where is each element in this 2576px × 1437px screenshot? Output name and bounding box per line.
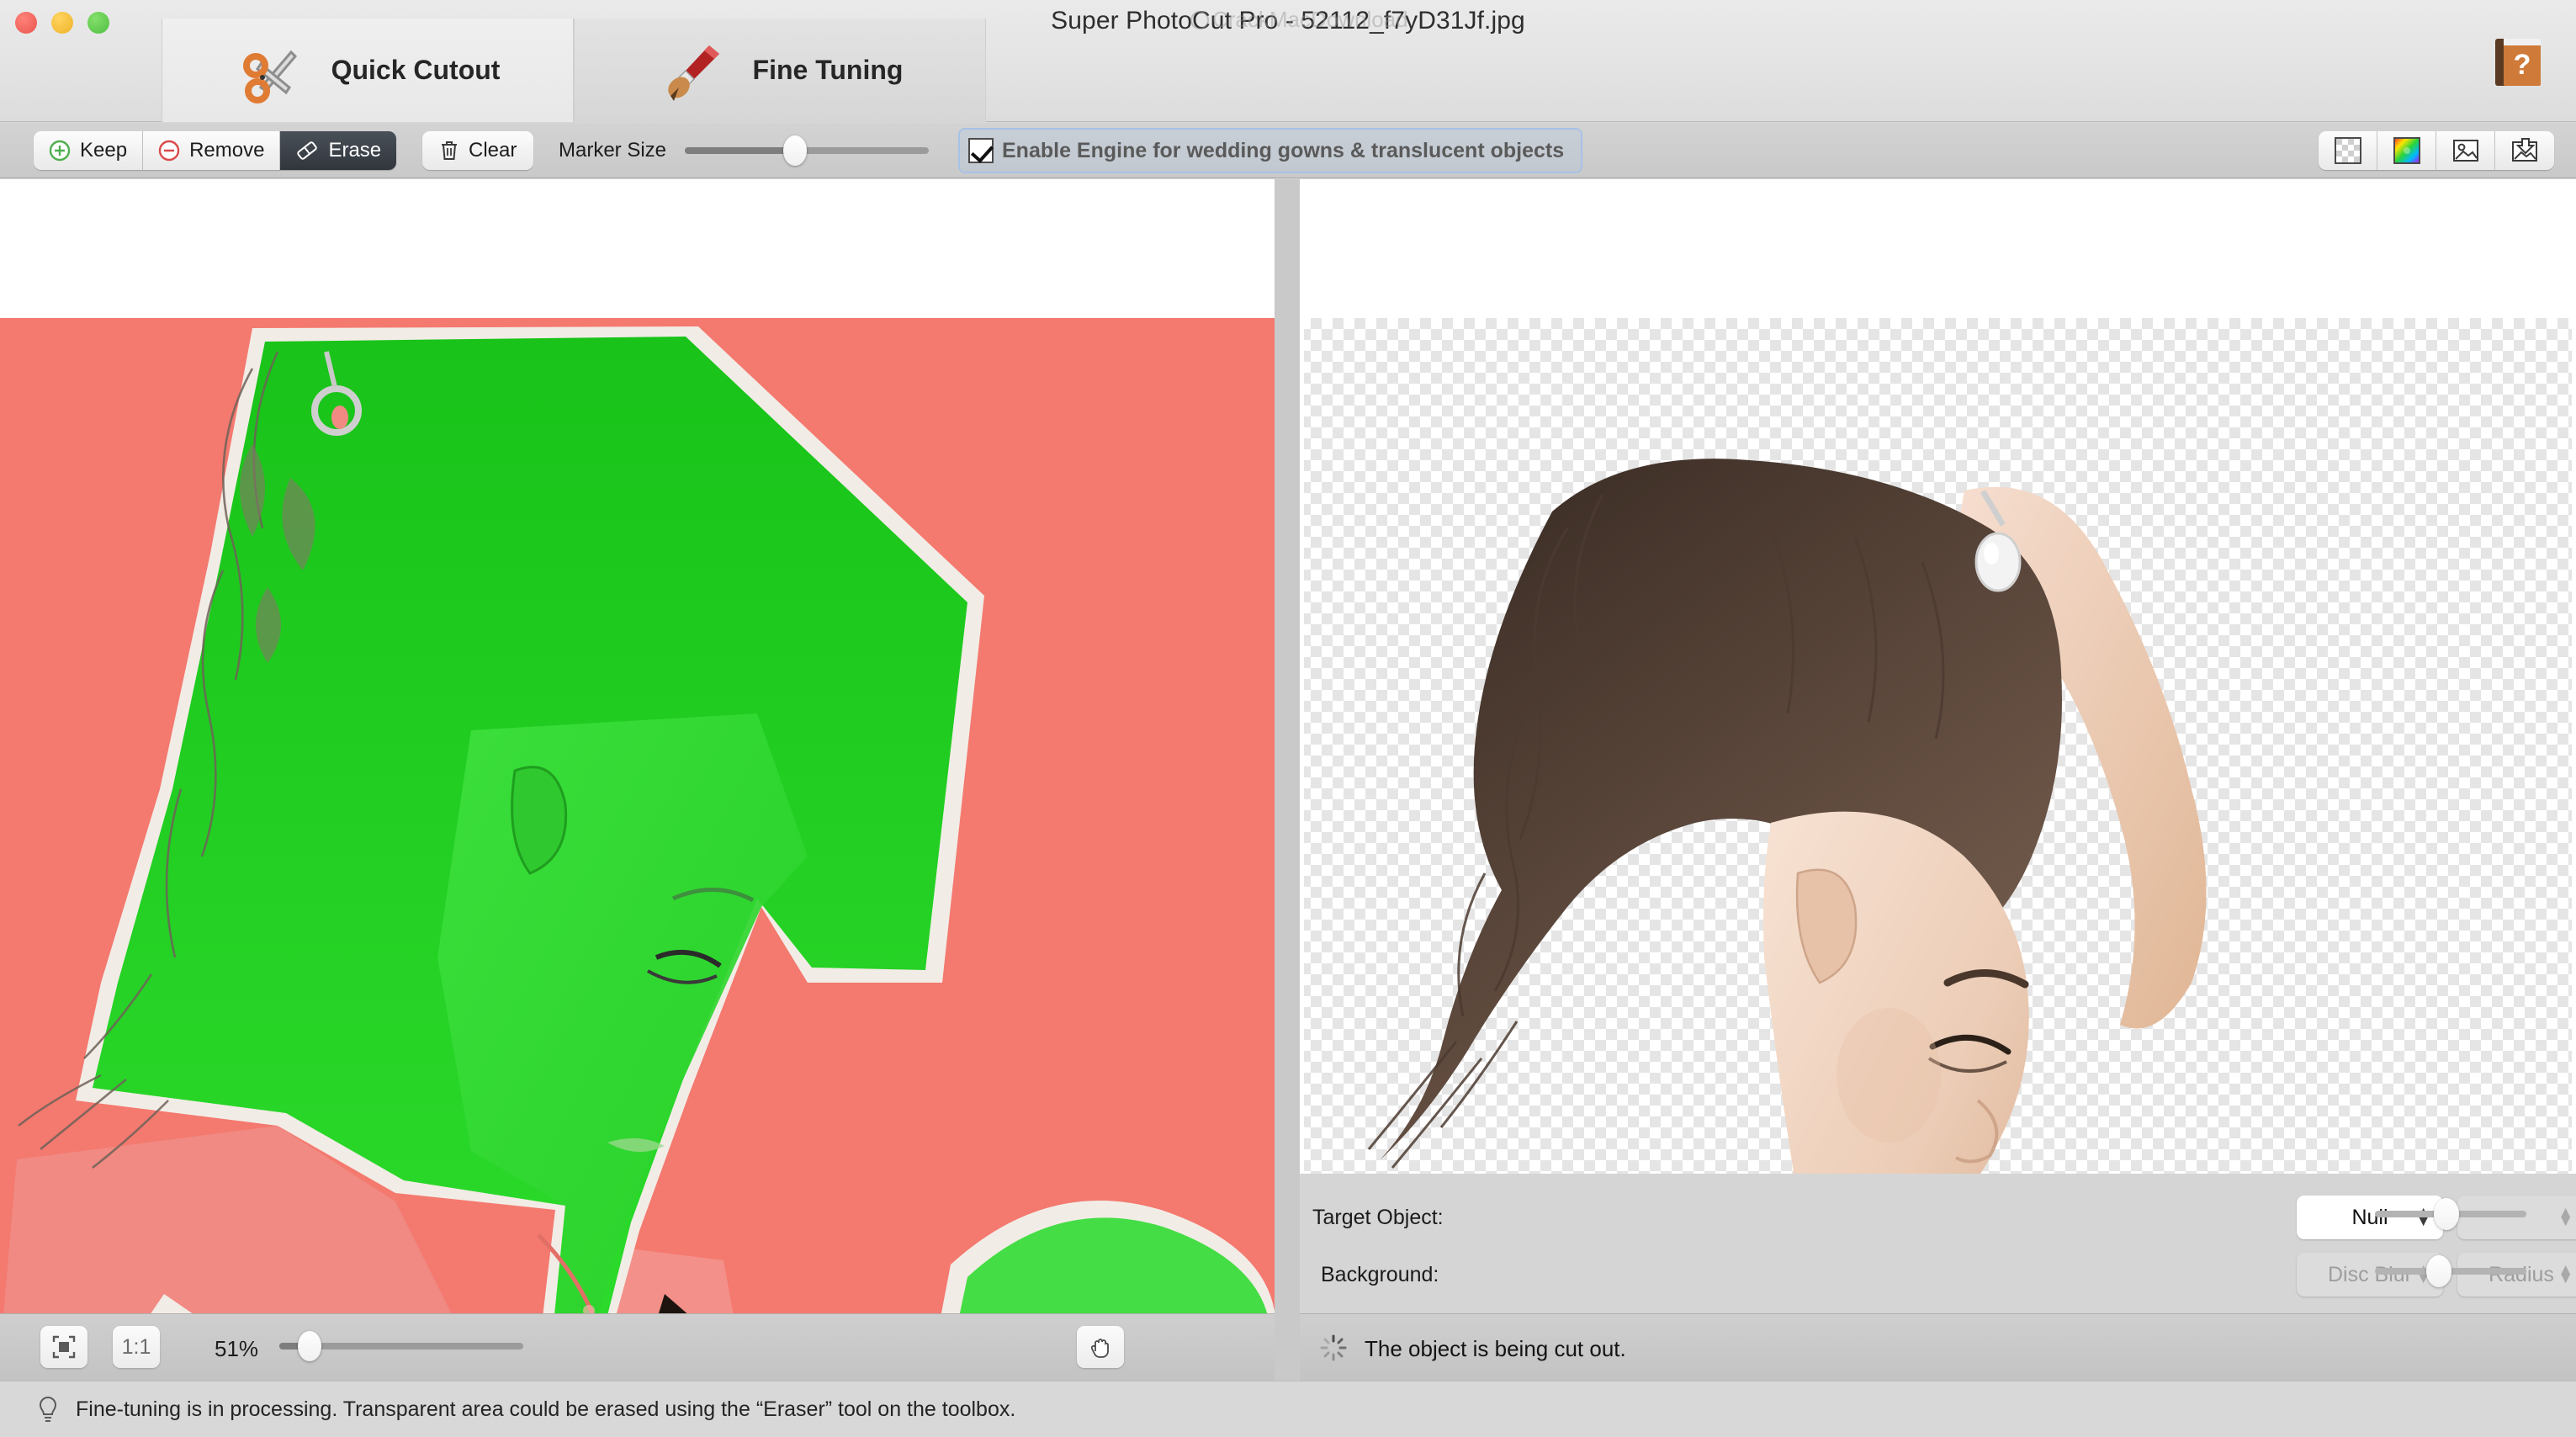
keep-button[interactable]: Keep [34,131,144,170]
eraser-icon [297,141,318,160]
source-image-canvas[interactable] [0,179,1275,1313]
scissors-icon [236,35,306,106]
hint-text: Fine-tuning is in processing. Transparen… [76,1397,1016,1421]
tab-fine-tuning-label: Fine Tuning [752,55,904,85]
zoom-slider[interactable] [279,1327,523,1365]
actual-size-label: 1:1 [121,1334,151,1359]
plus-circle-icon [49,140,71,162]
hand-tool-icon [1090,1339,1109,1358]
source-canvas-art [0,318,1275,1313]
object-background-controls: Target Object: Null ▲▼ ▲▼ Background: Di… [1300,1174,2576,1313]
clear-button-label: Clear [469,139,517,162]
minus-circle-icon [158,140,180,162]
pane-divider[interactable] [1275,179,1300,1313]
marker-size-label: Marker Size [559,139,667,162]
result-preview-canvas[interactable] [1300,179,2576,1313]
actual-size-button[interactable]: 1:1 [113,1326,160,1368]
spinner-icon [1319,1334,1348,1362]
target-object-slider[interactable] [2375,1192,2526,1236]
erase-button[interactable]: Erase [280,131,397,170]
lightbulb-icon [35,1395,61,1424]
erase-button-label: Erase [328,139,382,162]
tab-quick-cutout-label: Quick Cutout [331,55,501,85]
zoom-percentage: 51% [215,1336,259,1361]
hint-bar: Fine-tuning is in processing. Transparen… [0,1381,2576,1437]
marker-size-control: Marker Size [559,131,930,170]
transparency-checker-icon[interactable] [2319,131,2377,170]
marker-size-slider[interactable] [685,131,930,170]
marker-size-slider-knob[interactable] [783,135,808,166]
status-text: The object is being cut out. [1365,1336,1626,1361]
keep-button-label: Keep [80,139,128,162]
remove-button[interactable]: Remove [143,131,281,170]
hand-tool-button[interactable] [1077,1326,1124,1368]
background-slider[interactable] [2375,1249,2526,1293]
result-canvas-art [1300,318,2576,1313]
view-mode-buttons [2319,131,2554,170]
preview-top-margin [1300,179,2576,318]
brush-mode-segmented-control: Keep Remove Erase [34,131,397,170]
processing-status-bar: The object is being cut out. [1300,1313,2576,1381]
background-row: Background: Disc Blur ▲▼ Radius ▲▼ [1300,1249,2576,1300]
tab-quick-cutout[interactable]: Quick Cutout [162,19,574,122]
enable-engine-checkbox-row[interactable]: Enable Engine for wedding gowns & transl… [958,128,1582,173]
remove-button-label: Remove [189,139,265,162]
zoom-slider-knob[interactable] [298,1331,321,1361]
target-object-label: Target Object: [1312,1205,1444,1229]
app-window: Super PhotoCut Pro - 52112_f7yD31Jf.jpg … [0,0,2576,1437]
tab-fine-tuning[interactable]: Fine Tuning [574,19,986,122]
title-bar: Super PhotoCut Pro - 52112_f7yD31Jf.jpg … [0,0,2576,122]
fit-to-window-icon [52,1335,76,1359]
chevron-updown-icon: ▲▼ [2557,1261,2573,1287]
svg-text:?: ? [2514,49,2531,81]
save-image-icon[interactable] [2495,131,2554,170]
background-image-icon[interactable] [2436,131,2495,170]
paintbrush-icon [657,35,728,106]
target-object-slider-knob[interactable] [2434,1198,2459,1230]
fit-to-window-button[interactable] [40,1326,87,1368]
background-label: Background: [1321,1262,1439,1286]
color-wheel-icon[interactable] [2377,131,2436,170]
preview-left-margin [1300,318,1304,1313]
clear-button[interactable]: Clear [422,131,534,170]
target-object-row: Target Object: Null ▲▼ ▲▼ [1300,1192,2576,1243]
status-row: 1:1 51% The object is being cut out. [0,1313,2576,1381]
chevron-updown-icon: ▲▼ [2557,1204,2573,1230]
tool-bar: Keep Remove Erase Clear Marker Size Enab… [0,123,2576,178]
enable-engine-label: Enable Engine for wedding gowns & transl… [1002,138,1565,162]
editor-panes [0,179,2576,1313]
zoom-bar: 1:1 51% [0,1313,1275,1381]
help-book-icon[interactable]: ? [2489,32,2547,91]
tab-bar: Quick Cutout Fine Tuning [162,19,986,122]
background-slider-knob[interactable] [2426,1255,2451,1287]
preview-right-margin [2572,318,2576,1313]
trash-icon [442,141,457,160]
enable-engine-checkbox[interactable] [968,138,994,163]
